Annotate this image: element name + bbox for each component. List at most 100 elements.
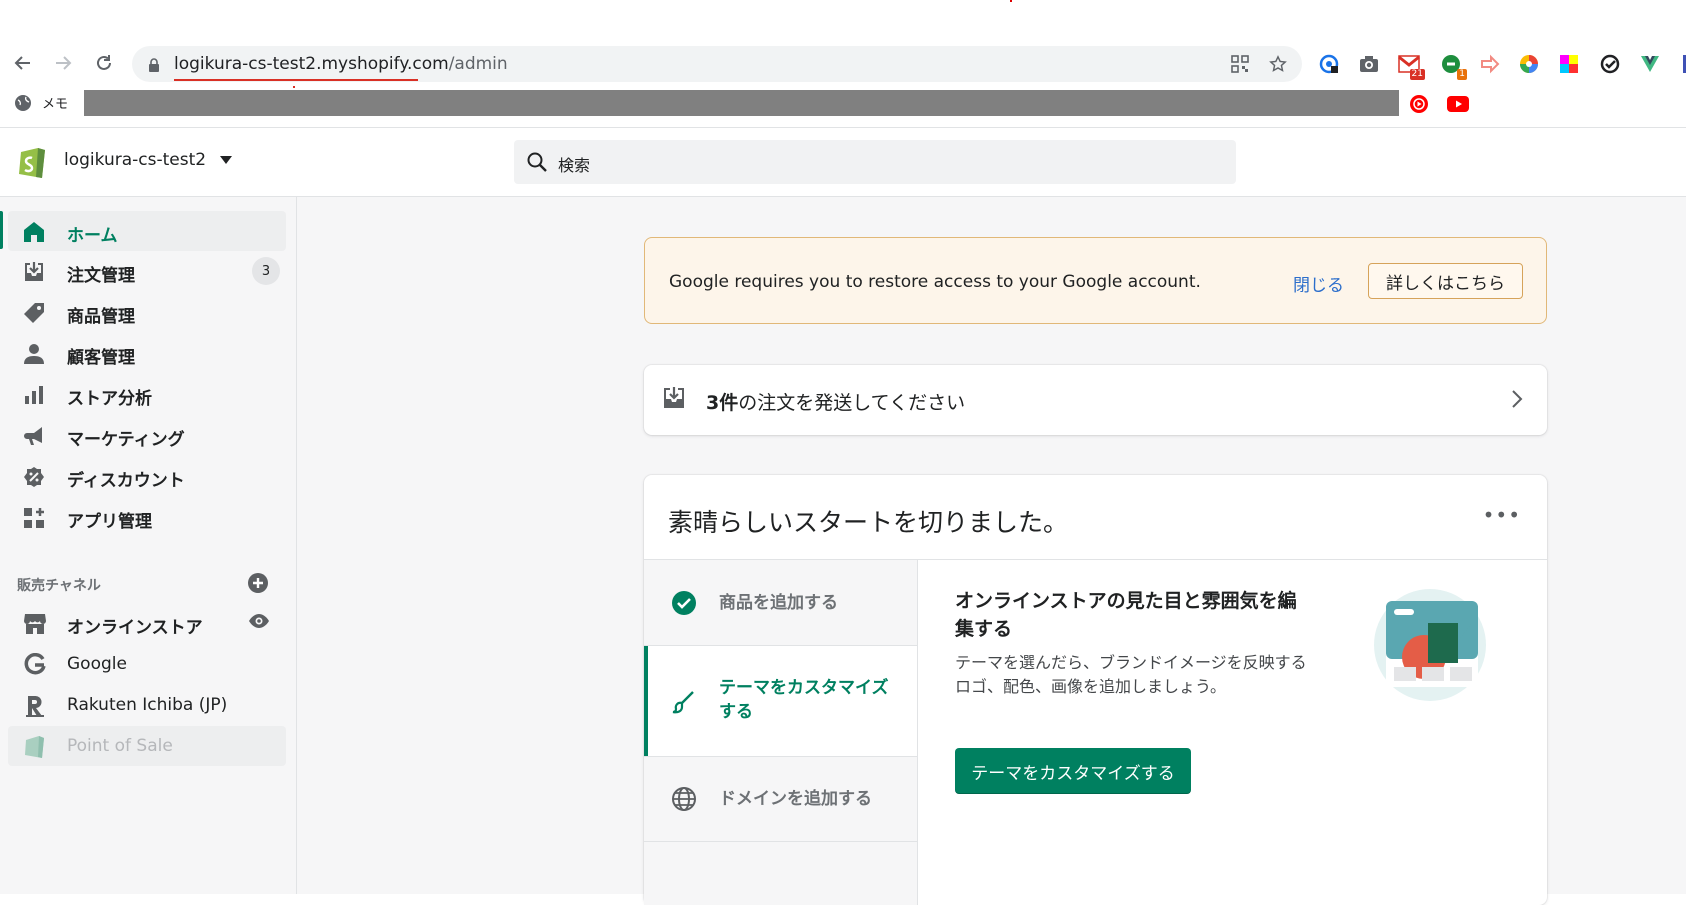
address-bar[interactable]: logikura-cs-test2.myshopify.com/admin (132, 46, 1302, 82)
view-store-eye-icon[interactable] (248, 613, 270, 633)
main-content: Google requires you to restore access to… (297, 197, 1686, 905)
step-add-domain[interactable]: ドメインを追加する (644, 757, 917, 842)
nav-item-products[interactable]: 商品管理 (8, 292, 286, 332)
orders-count-badge: 3 (252, 257, 280, 285)
customize-theme-button[interactable]: テーマをカスタマイズする (955, 748, 1191, 794)
rakuten-icon (22, 693, 48, 719)
tag-icon (22, 301, 46, 325)
browser-chrome: logikura-cs-test2.myshopify.com/admin 21… (0, 0, 1686, 127)
sales-channels-heading: 販売チャネル (17, 578, 101, 594)
bookmarks-bar: メモ (0, 89, 1686, 119)
google-access-banner: Google requires you to restore access to… (644, 237, 1547, 324)
chrome-artifact-dot (1010, 0, 1012, 2)
orders-count: 3件 (706, 392, 739, 414)
green-extension-badge: 1 (1457, 69, 1467, 80)
nav-item-marketing[interactable]: マーケティング (8, 415, 286, 455)
step-customize-theme[interactable]: テーマをカスタマイズする (644, 646, 917, 757)
orders-icon (22, 260, 46, 284)
youtube-music-icon[interactable] (1408, 94, 1430, 114)
orders-message-text: の注文を発送してください (738, 392, 966, 414)
orders-to-fulfill-card[interactable]: 3件の注文を発送してください (644, 365, 1547, 435)
color-wheel-icon[interactable] (1517, 52, 1541, 76)
redacted-bookmarks (84, 90, 1399, 116)
nav-item-discounts[interactable]: ディスカウント (8, 456, 286, 496)
banner-dismiss-link[interactable]: 閉じる (1293, 271, 1344, 296)
password-manager-icon[interactable] (1317, 52, 1341, 76)
pos-icon (22, 734, 48, 760)
apps-icon (22, 506, 46, 530)
add-channel-button[interactable] (247, 572, 269, 598)
banner-learn-more-button[interactable]: 詳しくはこちら (1368, 263, 1523, 299)
search-input[interactable]: 検索 (514, 140, 1236, 184)
channel-label: Rakuten Ichiba (JP) (67, 695, 228, 715)
back-button[interactable] (10, 50, 36, 76)
step-label: ドメインを追加する (719, 789, 872, 809)
shopify-logo-icon[interactable] (16, 144, 48, 184)
channel-point-of-sale[interactable]: Point of Sale (8, 726, 286, 766)
sidebar: ホーム 注文管理 3 商品管理 顧客管理 ストア分析 マーケティング ディスカウ… (0, 197, 297, 894)
nav-item-apps[interactable]: アプリ管理 (8, 497, 286, 537)
channel-label: Google (67, 654, 127, 674)
extension-overflow-icon[interactable] (1676, 52, 1686, 76)
channel-online-store[interactable]: オンラインストア (8, 603, 286, 643)
url-domain: logikura-cs-test2.myshopify.com (174, 54, 449, 74)
nav-item-orders[interactable]: 注文管理 3 (8, 251, 286, 291)
nav-item-label: 商品管理 (67, 307, 135, 327)
channel-google[interactable]: Google (8, 644, 286, 684)
url-text[interactable]: logikura-cs-test2.myshopify.com/admin (174, 54, 508, 74)
step-empty-area (644, 842, 917, 905)
forward-button[interactable] (50, 50, 76, 76)
store-icon (22, 611, 48, 637)
gmail-badge: 21 (1409, 69, 1425, 80)
chevron-right-icon (1511, 389, 1523, 413)
channel-label: Point of Sale (67, 736, 173, 756)
more-options-icon[interactable]: ••• (1483, 503, 1521, 527)
search-icon (526, 151, 548, 177)
nav-item-label: ディスカウント (67, 471, 185, 491)
step-add-product[interactable]: 商品を追加する (644, 560, 917, 646)
store-switcher[interactable]: logikura-cs-test2 (64, 150, 233, 170)
reload-button[interactable] (91, 50, 117, 76)
channel-label: オンラインストア (67, 618, 203, 638)
green-circle-extension-icon[interactable]: 1 (1439, 52, 1467, 80)
orders-inbox-icon (662, 386, 686, 414)
youtube-icon[interactable] (1447, 94, 1469, 114)
nav-item-label: アプリ管理 (67, 512, 152, 532)
check-circle-extension-icon[interactable] (1598, 52, 1622, 76)
qr-code-icon[interactable] (1230, 54, 1250, 74)
bookmark-memo[interactable]: メモ (14, 93, 68, 112)
url-red-tick (293, 86, 295, 88)
step-label: 商品を追加する (719, 593, 838, 613)
brush-icon (670, 688, 698, 716)
url-red-underline (174, 79, 418, 81)
color-palette-icon[interactable] (1557, 52, 1581, 76)
person-icon (22, 342, 46, 366)
channel-rakuten[interactable]: Rakuten Ichiba (JP) (8, 685, 286, 725)
admin-topbar: logikura-cs-test2 検索 (0, 127, 1686, 197)
camera-icon[interactable] (1357, 52, 1381, 76)
nav-item-analytics[interactable]: ストア分析 (8, 374, 286, 414)
bookmark-star-icon[interactable] (1268, 54, 1288, 74)
nav-item-label: 注文管理 (67, 266, 135, 286)
bar-chart-icon (22, 383, 46, 407)
share-arrow-extension-icon[interactable] (1478, 52, 1502, 76)
step-detail-description: テーマを選んだら、ブランドイメージを反映するロゴ、配色、画像を追加しましょう。 (955, 653, 1307, 696)
banner-message: Google requires you to restore access to… (669, 272, 1201, 292)
google-icon (22, 652, 48, 678)
plus-circle-icon (248, 573, 268, 593)
active-step-indicator (644, 646, 648, 756)
nav-item-home[interactable]: ホーム (8, 211, 286, 251)
nav-item-customers[interactable]: 顧客管理 (8, 333, 286, 373)
globe-bookmark-icon (15, 94, 31, 111)
gmail-icon[interactable]: 21 (1397, 52, 1425, 80)
nav-item-label: ストア分析 (67, 389, 152, 409)
step-detail-title: オンラインストアの見た目と雰囲気を編集する (955, 590, 1297, 640)
vue-devtools-icon[interactable] (1638, 52, 1662, 76)
nav-item-label: 顧客管理 (67, 348, 135, 368)
url-path: /admin (448, 54, 508, 74)
bookmark-memo-label: メモ (42, 97, 69, 112)
reload-icon (97, 55, 111, 70)
step-label: テーマをカスタマイズする (719, 678, 889, 722)
search-placeholder: 検索 (558, 156, 591, 175)
caret-down-icon (220, 156, 233, 164)
